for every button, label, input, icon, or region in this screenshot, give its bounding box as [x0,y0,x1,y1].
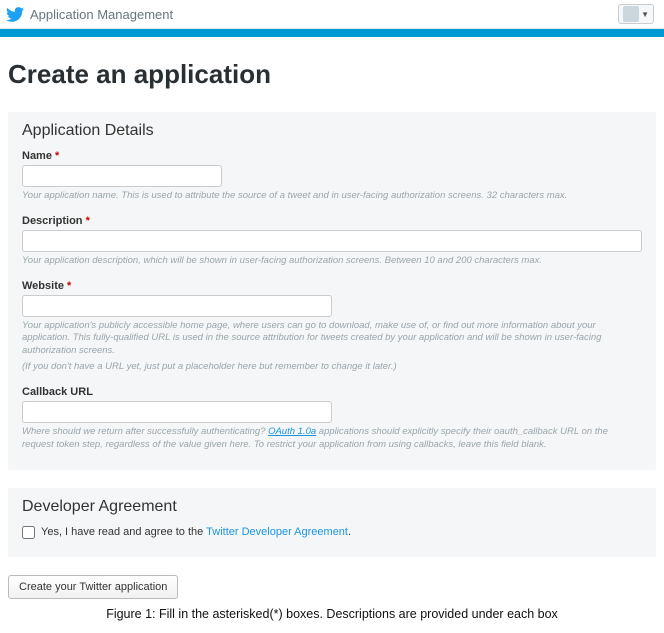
website-label: Website * [22,280,642,292]
name-field-group: Name * Your application name. This is us… [22,150,642,203]
website-help-1: Your application's publicly accessible h… [22,320,642,358]
name-input[interactable] [22,165,222,187]
website-help-2: (If you don't have a URL yet, just put a… [22,361,642,374]
agreement-checkbox[interactable] [22,526,35,539]
name-help: Your application name. This is used to a… [22,190,642,203]
page-title: Create an application [8,59,656,90]
application-details-panel: Application Details Name * Your applicat… [8,112,656,470]
required-indicator: * [86,215,90,227]
website-label-text: Website [22,280,64,292]
oauth-link[interactable]: OAuth 1.0a [268,426,316,437]
callback-field-group: Callback URL Where should we return afte… [22,386,642,452]
accent-bar [0,29,664,37]
topbar-left: Application Management [6,7,173,22]
callback-help-pre: Where should we return after successfull… [22,426,268,437]
description-help: Your application description, which will… [22,255,642,268]
agreement-row: Yes, I have read and agree to the Twitte… [22,526,642,539]
website-field-group: Website * Your application's publicly ac… [22,280,642,374]
agreement-text: Yes, I have read and agree to the Twitte… [41,526,351,538]
callback-label: Callback URL [22,386,642,398]
description-label: Description * [22,215,642,227]
website-input[interactable] [22,295,332,317]
callback-help: Where should we return after successfull… [22,426,642,452]
description-input[interactable] [22,230,642,252]
developer-agreement-panel: Developer Agreement Yes, I have read and… [8,488,656,557]
create-application-button[interactable]: Create your Twitter application [8,575,178,599]
name-label: Name * [22,150,642,162]
app-title: Application Management [30,7,173,22]
description-label-text: Description [22,215,83,227]
topbar: Application Management ▼ [0,0,664,29]
figure-caption: Figure 1: Fill in the asterisked(*) boxe… [8,607,656,621]
callback-input[interactable] [22,401,332,423]
developer-agreement-link[interactable]: Twitter Developer Agreement [206,526,348,538]
description-field-group: Description * Your application descripti… [22,215,642,268]
avatar-icon [623,6,639,22]
page: Create an application Application Detail… [0,37,664,633]
agreement-text-post: . [348,526,351,538]
caret-down-icon: ▼ [641,10,649,19]
twitter-bird-icon [6,7,24,22]
user-menu[interactable]: ▼ [618,4,654,24]
required-indicator: * [55,150,59,162]
name-label-text: Name [22,150,52,162]
required-indicator: * [67,280,71,292]
developer-agreement-heading: Developer Agreement [22,498,642,516]
agreement-text-pre: Yes, I have read and agree to the [41,526,206,538]
application-details-heading: Application Details [22,122,642,140]
